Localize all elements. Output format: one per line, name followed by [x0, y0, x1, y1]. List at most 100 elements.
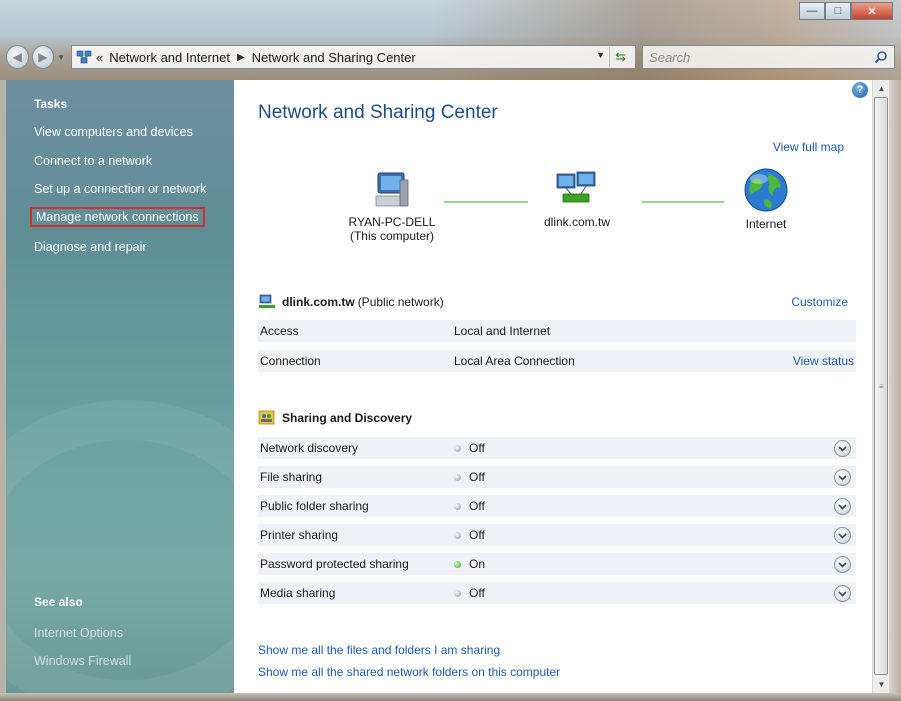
internet-label: Internet	[745, 217, 787, 231]
network-folder-icon	[76, 50, 92, 64]
title-bar: — □ ✕ ◀ ▶ ▼ « Network and Internet ▶ Net…	[0, 0, 901, 80]
this-computer-label: (This computer)	[349, 229, 435, 243]
minimize-button[interactable]: —	[799, 2, 825, 20]
breadcrumb-item-network-and-internet[interactable]: Network and Internet	[109, 50, 230, 65]
sharing-label: Network discovery	[260, 441, 359, 455]
sharing-label: Printer sharing	[260, 528, 339, 542]
chevron-down-icon	[838, 503, 847, 510]
breadcrumb-item-network-and-sharing-center[interactable]: Network and Sharing Center	[252, 50, 416, 65]
sharing-status: Off	[454, 528, 485, 542]
back-button[interactable]: ◀	[6, 45, 29, 69]
expand-button[interactable]	[834, 527, 851, 544]
window-controls: — □ ✕	[799, 2, 893, 20]
network-icon	[556, 171, 596, 203]
status-off-icon	[454, 444, 461, 452]
expand-button[interactable]	[834, 440, 851, 457]
sharing-row-network-discovery: Network discovery Off	[258, 437, 856, 460]
status-off-icon	[454, 531, 461, 539]
expand-button[interactable]	[834, 469, 851, 486]
expand-button[interactable]	[834, 585, 851, 602]
see-also-internet-options[interactable]: Internet Options	[34, 626, 123, 640]
map-node-network[interactable]: dlink.com.tw	[522, 170, 632, 229]
sharing-status: On	[454, 557, 485, 571]
refresh-button[interactable]: ⇆	[609, 47, 631, 67]
sharing-label: File sharing	[260, 470, 323, 484]
chevron-down-icon	[838, 474, 847, 481]
expand-button[interactable]	[834, 498, 851, 515]
address-dropdown-icon[interactable]: ▼	[596, 50, 605, 60]
expand-button[interactable]	[834, 556, 851, 573]
back-arrow-icon: ◀	[12, 50, 22, 64]
network-name-label: dlink.com.tw	[543, 215, 611, 229]
map-link-line	[444, 201, 528, 203]
map-node-this-computer[interactable]: RYAN-PC-DELL (This computer)	[332, 170, 452, 243]
task-set-up-connection[interactable]: Set up a connection or network	[34, 182, 206, 196]
grip-icon: ≡	[879, 382, 884, 391]
explorer-window: — □ ✕ ◀ ▶ ▼ « Network and Internet ▶ Net…	[0, 0, 901, 701]
forward-arrow-icon: ▶	[38, 50, 48, 64]
sharing-status: Off	[454, 441, 485, 455]
main-content: Network and Sharing Center ? View full m…	[234, 80, 872, 693]
forward-button[interactable]: ▶	[31, 45, 55, 69]
network-detail-row-access: Access Local and Internet	[258, 320, 856, 343]
scrollbar-thumb[interactable]: ≡	[874, 97, 888, 675]
network-type: (Public network)	[357, 295, 444, 309]
sharing-section-header: Sharing and Discovery	[258, 407, 848, 429]
access-label: Access	[260, 324, 299, 338]
maximize-button[interactable]: □	[825, 2, 851, 20]
page-title: Network and Sharing Center	[258, 102, 498, 123]
view-status-link[interactable]: View status	[793, 354, 854, 368]
task-manage-network-connections[interactable]: Manage network connections	[30, 207, 205, 227]
access-value: Local and Internet	[454, 324, 551, 338]
vertical-scrollbar[interactable]: ▲ ≡ ▼	[872, 80, 889, 693]
network-name: dlink.com.tw	[282, 295, 355, 309]
show-shared-folders-link[interactable]: Show me all the shared network folders o…	[258, 665, 560, 679]
see-also-windows-firewall[interactable]: Windows Firewall	[34, 654, 131, 668]
tasks-heading: Tasks	[34, 97, 68, 111]
network-bench-icon	[259, 294, 275, 308]
breadcrumb-separator-icon[interactable]: ▶	[237, 52, 245, 63]
search-placeholder: Search	[649, 49, 691, 65]
chevron-down-icon	[838, 532, 847, 539]
breadcrumb-overflow[interactable]: «	[96, 50, 103, 65]
sharing-status: Off	[454, 499, 485, 513]
chevron-down-icon	[838, 590, 847, 597]
computer-icon	[375, 172, 409, 207]
customize-link[interactable]: Customize	[791, 295, 848, 309]
sharing-row-media-sharing: Media sharing Off	[258, 582, 856, 605]
sharing-status: Off	[454, 586, 485, 600]
show-shared-files-link[interactable]: Show me all the files and folders I am s…	[258, 643, 500, 657]
refresh-icon: ⇆	[615, 49, 627, 64]
sharing-row-file-sharing: File sharing Off	[258, 466, 856, 489]
task-connect-to-a-network[interactable]: Connect to a network	[34, 154, 152, 168]
sharing-label: Public folder sharing	[260, 499, 369, 513]
map-node-internet[interactable]: Internet	[728, 166, 804, 231]
search-icon[interactable]	[874, 50, 888, 64]
status-off-icon	[454, 589, 461, 597]
this-computer-name: RYAN-PC-DELL	[348, 215, 436, 229]
connection-value: Local Area Connection	[454, 354, 575, 368]
network-section-header: dlink.com.tw (Public network) Customize	[258, 291, 848, 313]
search-box[interactable]: Search	[642, 45, 895, 69]
sharing-icon	[258, 410, 275, 425]
scroll-down-arrow-icon[interactable]: ▼	[873, 676, 890, 693]
see-also-heading: See also	[34, 595, 83, 609]
address-bar[interactable]: « Network and Internet ▶ Network and Sha…	[71, 45, 637, 69]
view-full-map-link[interactable]: View full map	[773, 140, 844, 154]
navigation-bar: ◀ ▶ ▼ « Network and Internet ▶ Network a…	[6, 40, 895, 74]
status-off-icon	[454, 473, 461, 481]
sharing-label: Password protected sharing	[260, 557, 409, 571]
sharing-row-printer-sharing: Printer sharing Off	[258, 524, 856, 547]
sharing-row-password-protected-sharing: Password protected sharing On	[258, 553, 856, 576]
scroll-up-arrow-icon[interactable]: ▲	[873, 80, 890, 97]
task-view-computers-and-devices[interactable]: View computers and devices	[34, 125, 193, 139]
task-diagnose-and-repair[interactable]: Diagnose and repair	[34, 240, 147, 254]
sharing-status: Off	[454, 470, 485, 484]
sharing-row-public-folder-sharing: Public folder sharing Off	[258, 495, 856, 518]
sharing-heading: Sharing and Discovery	[282, 411, 413, 425]
recent-pages-dropdown[interactable]: ▼	[57, 53, 65, 62]
close-button[interactable]: ✕	[851, 2, 893, 20]
help-icon[interactable]: ?	[852, 82, 868, 98]
chevron-down-icon	[838, 561, 847, 568]
network-detail-row-connection: Connection Local Area Connection View st…	[258, 350, 856, 373]
